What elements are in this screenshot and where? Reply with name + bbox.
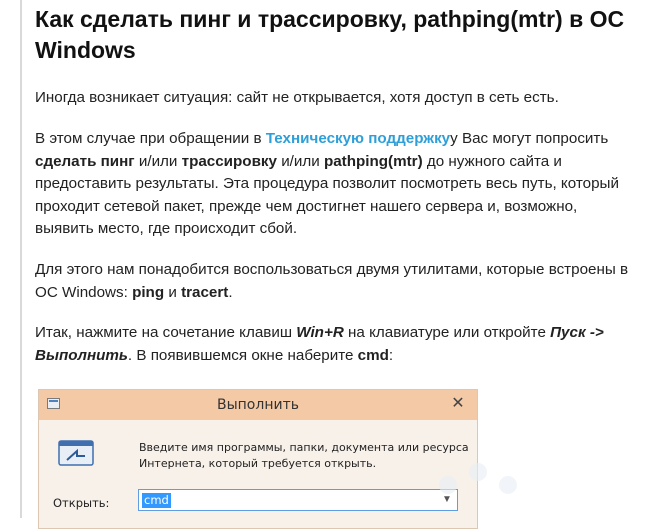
text: и/или [134, 152, 182, 170]
support-link[interactable]: Техническую поддержку [266, 130, 450, 147]
dialog-titlebar[interactable]: Выполнить ✕ [39, 390, 477, 420]
text: . [228, 283, 233, 301]
run-dialog: Выполнить ✕ Введите имя программы, папки… [38, 389, 478, 529]
intro-text: Иногда возникает ситуация: сайт не откры… [35, 89, 559, 106]
open-input[interactable]: cmd [142, 493, 171, 508]
text: и/или [276, 152, 324, 170]
page-left-rule [20, 0, 22, 518]
text: В этом случае при обращении в [35, 130, 266, 147]
paragraph-support: В этом случае при обращении в Техническу… [35, 128, 635, 241]
text: и [164, 283, 182, 301]
run-program-icon [58, 440, 94, 466]
bold-tracert-util: tracert [181, 283, 229, 301]
paragraph-instructions: Итак, нажмите на сочетание клавиш Win+R … [35, 322, 635, 367]
bold-ping-util: ping [132, 283, 165, 301]
bold-ping: сделать пинг [35, 152, 135, 170]
paragraph-utilities: Для этого нам понадобится воспользоватьс… [35, 259, 635, 304]
postila-logo-icon [439, 463, 517, 494]
text: у Вас могут попросить [450, 130, 609, 147]
page-title: Как сделать пинг и трассировку, pathping… [35, 6, 625, 63]
open-combobox[interactable]: cmd ▼ [138, 489, 458, 511]
bold-trace: трассировку [181, 152, 277, 170]
text: на клавиатуре или откройте [343, 324, 551, 341]
hotkey-win-r: Win+R [296, 324, 344, 341]
text: : [388, 346, 394, 364]
bold-cmd: cmd [357, 346, 389, 364]
close-icon[interactable]: ✕ [449, 394, 467, 412]
open-label: Открыть: [53, 496, 110, 510]
dialog-title: Выполнить [217, 397, 299, 413]
text: Итак, нажмите на сочетание клавиш [35, 324, 297, 341]
bold-pathping: pathping(mtr) [323, 152, 423, 170]
text: . В появившемся окне наберите [127, 346, 358, 364]
paragraph-intro: Иногда возникает ситуация: сайт не откры… [35, 87, 635, 110]
text: Для этого нам понадобится воспользоватьс… [35, 261, 629, 301]
